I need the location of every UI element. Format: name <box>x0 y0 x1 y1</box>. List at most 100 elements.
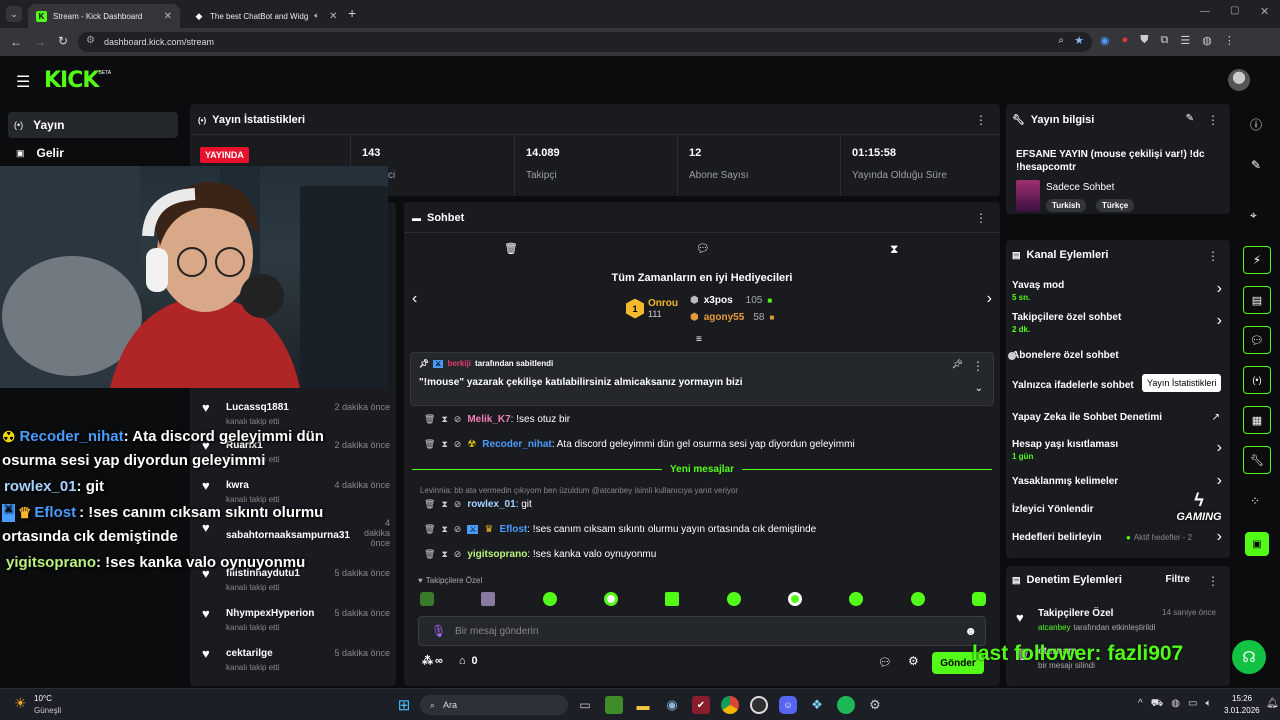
sidebar-item-gelir[interactable]: ▣ Gelir <box>8 142 178 164</box>
trash-icon[interactable]: 🗑︎ <box>424 499 435 510</box>
emote-icon[interactable] <box>726 592 741 606</box>
settings-icon[interactable]: ⚙ <box>908 654 919 668</box>
more-icon[interactable]: ⋮ <box>1207 249 1219 263</box>
ban-icon[interactable]: ⊘ <box>454 549 462 560</box>
edit-icon[interactable]: ✎ <box>1251 158 1261 172</box>
hourglass-icon[interactable]: ⧗ <box>890 242 898 257</box>
avatar[interactable] <box>1228 69 1250 91</box>
points-button[interactable]: ⌂ 0 <box>459 655 478 667</box>
ban-icon[interactable]: ⊘ <box>454 439 462 450</box>
next-arrow-icon[interactable]: › <box>987 290 992 308</box>
back-icon[interactable]: ← <box>10 35 22 49</box>
trash-icon[interactable]: 🗑︎ <box>424 439 435 450</box>
tag-pill[interactable]: Türkçe <box>1096 199 1135 212</box>
menu-icon[interactable]: ⋮ <box>1224 34 1235 47</box>
tray-app-icon[interactable]: ⛟ <box>1151 698 1164 711</box>
ban-icon[interactable]: ⊘ <box>454 414 462 425</box>
trash-icon[interactable]: 🗑︎ <box>424 414 435 425</box>
emote-icon[interactable] <box>787 592 802 606</box>
site-info-icon[interactable]: ⚙ <box>86 35 95 46</box>
chat-username[interactable]: Melik_K7 <box>467 414 510 425</box>
forward-icon[interactable]: → <box>34 35 46 49</box>
chrome-icon[interactable] <box>721 696 739 714</box>
action-ai-moderation[interactable]: Yapay Zeka ile Sohbet Denetimi ↗ <box>1012 412 1224 428</box>
mod-event-user[interactable]: atcanbey <box>1038 623 1070 632</box>
lightning-icon[interactable]: ⚡︎ <box>1243 246 1271 274</box>
wrench-icon[interactable]: 🔧︎ <box>1243 446 1271 474</box>
timeout-icon[interactable]: ⧗ <box>441 524 447 535</box>
timeout-icon[interactable]: ⧗ <box>441 439 447 450</box>
chat-bubble-icon[interactable]: 💬︎ <box>878 656 892 669</box>
zoom-icon[interactable]: ⌕ <box>1058 35 1064 46</box>
trash-icon[interactable]: 🗑︎ <box>424 524 435 535</box>
chat-username[interactable]: Recoder_nihat <box>482 439 551 450</box>
obs-icon[interactable] <box>750 696 768 714</box>
pinned-by-user[interactable]: berkiji <box>447 359 471 368</box>
emote-icon[interactable] <box>420 592 434 606</box>
tab-list-icon[interactable]: ⌄ <box>6 6 22 22</box>
reload-icon[interactable]: ↻ <box>58 34 68 48</box>
chat-bubble-icon[interactable]: 💬︎ <box>696 242 710 255</box>
message-input[interactable]: 🎙︎ Bir mesaj gönderin ☻ <box>418 616 986 646</box>
emote-icon[interactable] <box>481 592 496 606</box>
edit-icon[interactable]: ✎ <box>1186 113 1194 124</box>
close-icon[interactable]: ✕ <box>164 11 172 22</box>
action-slow-mode[interactable]: Yavaş mod 5 sn. › <box>1012 280 1224 306</box>
shield-icon[interactable]: ⛊ <box>1140 34 1148 47</box>
close-window-icon[interactable]: ✕ <box>1260 5 1269 18</box>
reading-list-icon[interactable]: ☰ <box>1180 34 1190 47</box>
new-tab-button[interactable]: + <box>348 5 356 21</box>
emote-icon[interactable] <box>971 592 986 606</box>
folder-icon[interactable]: ▬ <box>634 696 652 714</box>
timeout-icon[interactable]: ⧗ <box>441 499 447 510</box>
trash-icon[interactable]: 🗑︎ <box>504 242 518 255</box>
category-thumbnail[interactable] <box>1016 180 1040 212</box>
action-followers-only[interactable]: Takipçilere özel sohbet 2 dk. › <box>1012 312 1224 338</box>
broadcast-icon[interactable]: (•) <box>1243 366 1271 394</box>
ban-icon[interactable]: ⊘ <box>454 499 462 510</box>
close-icon[interactable]: ✕ <box>329 11 337 22</box>
mic-icon[interactable]: 🎙︎ <box>431 624 446 638</box>
chat-users-button[interactable]: ⁂ ∞ <box>422 654 443 668</box>
emote-icon[interactable] <box>849 592 864 606</box>
action-account-age[interactable]: Hesap yaşı kısıtlaması 1 gün › <box>1012 439 1224 465</box>
notification-icon[interactable]: 🔔︎ <box>1266 698 1279 709</box>
tab-chatbot[interactable]: ◆ The best ChatBot and Widg 🔈︎ ✕ <box>186 4 346 28</box>
hamburger-icon[interactable]: ☰ <box>16 72 30 92</box>
app-icon[interactable]: ▣ <box>1245 532 1269 556</box>
more-icon[interactable]: ⋮ <box>972 359 984 373</box>
bookmark-star-icon[interactable]: ★ <box>1074 34 1084 47</box>
task-view-icon[interactable]: ▭ <box>576 696 594 714</box>
chat-username[interactable]: yigitsoprano <box>467 549 527 560</box>
focus-icon[interactable]: ⌖ <box>1250 208 1257 223</box>
minecraft-icon[interactable] <box>605 696 623 714</box>
filter-button[interactable]: Filtre <box>1166 574 1190 585</box>
kick-logo[interactable]: KICK BETA <box>44 68 111 93</box>
prev-arrow-icon[interactable]: ‹ <box>412 290 417 308</box>
chevron-down-icon[interactable]: ⌄ <box>975 383 983 394</box>
timeout-icon[interactable]: ⧗ <box>441 549 447 560</box>
puzzle-icon[interactable]: ⧉ <box>1161 34 1169 47</box>
network-icon[interactable]: ▭ <box>1188 698 1197 711</box>
emoji-icon[interactable]: ☻ <box>964 624 977 638</box>
timeout-icon[interactable]: ⧗ <box>441 414 447 425</box>
weather-icon[interactable]: ☀ <box>14 695 27 712</box>
minimize-icon[interactable]: — <box>1200 6 1210 17</box>
document-icon[interactable]: ▤ <box>1243 286 1271 314</box>
extension-icon[interactable]: ● <box>1122 34 1129 47</box>
clock-time[interactable]: 15:26 <box>1232 694 1252 703</box>
more-icon[interactable]: ⋮ <box>1207 113 1219 127</box>
more-icon[interactable]: ⋮ <box>1207 574 1219 588</box>
dots-icon[interactable]: ⁘ <box>1250 494 1260 508</box>
app-icon[interactable]: ❖ <box>808 696 826 714</box>
action-goals[interactable]: Hedefleri belirleyin ● Aktif hedefler - … <box>1012 528 1224 548</box>
more-icon[interactable]: ⋮ <box>975 113 987 127</box>
url-bar[interactable]: ⚙ dashboard.kick.com/stream ⌕ ★ <box>78 32 1092 52</box>
category-name[interactable]: Sadece Sohbet <box>1046 182 1114 193</box>
chat-username[interactable]: Eflost <box>499 524 527 535</box>
emote-icon[interactable] <box>542 592 557 606</box>
spotify-icon[interactable] <box>837 696 855 714</box>
more-icon[interactable]: ⋮ <box>975 211 987 225</box>
layout-icon[interactable]: ▦ <box>1243 406 1271 434</box>
chat-bubble-icon[interactable]: 💬︎ <box>1243 326 1271 354</box>
